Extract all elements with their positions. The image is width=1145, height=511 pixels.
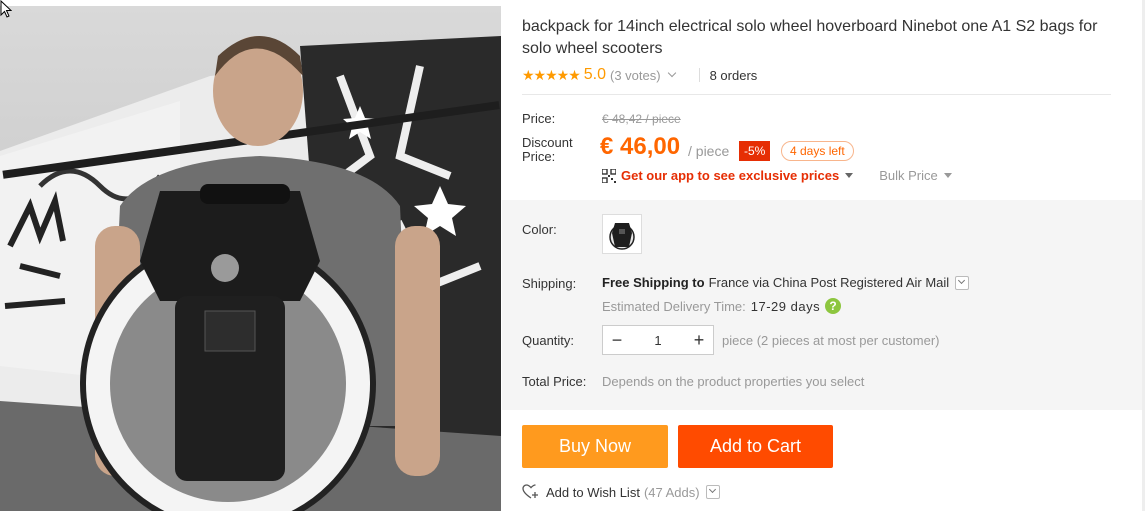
wishlist-count: (47 Adds) <box>643 484 700 500</box>
divider <box>522 94 1111 95</box>
quantity-increase-button[interactable]: + <box>685 326 713 354</box>
per-piece-unit: / piece <box>688 143 730 159</box>
total-price-note: Depends on the product properties you se… <box>602 374 865 389</box>
shipping-destination: France via China Post Registered Air Mai… <box>708 275 950 290</box>
app-promo-row: Get our app to see exclusive prices Bulk… <box>602 168 952 183</box>
delivery-estimate: Estimated Delivery Time: 17-29 days ? <box>602 298 842 314</box>
dropdown-arrow-icon[interactable] <box>845 173 854 178</box>
shipping-method[interactable]: Free Shipping to France via China Post R… <box>602 275 970 290</box>
wishlist-row[interactable]: Add to Wish List (47 Adds) <box>522 484 720 500</box>
shipping-label: Shipping: <box>522 276 577 291</box>
add-to-cart-button[interactable]: Add to Cart <box>678 425 833 468</box>
app-prices-link[interactable]: Get our app to see exclusive prices <box>621 168 839 183</box>
buy-now-button[interactable]: Buy Now <box>522 425 668 468</box>
orders-count: 8 orders <box>709 67 758 83</box>
rating-stars: ★★★★★ <box>522 66 581 83</box>
product-title: backpack for 14inch electrical solo whee… <box>522 18 1098 57</box>
free-shipping-text: Free Shipping to <box>602 275 705 290</box>
rating-score: 5.0 <box>583 66 607 83</box>
dropdown-arrow-icon[interactable] <box>943 173 952 178</box>
rating-votes-link[interactable]: (3 votes) <box>610 68 661 83</box>
help-icon[interactable]: ? <box>825 298 842 314</box>
original-price: € 48,42 / piece <box>602 112 681 126</box>
discount-price: € 46,00 <box>600 133 681 160</box>
quantity-decrease-button[interactable]: − <box>603 326 631 354</box>
discount-badge: -5% <box>739 141 771 161</box>
color-label: Color: <box>522 222 557 237</box>
qr-code-icon <box>602 168 616 183</box>
rating-row: ★★★★★ 5.0 (3 votes) 8 orders <box>522 65 757 85</box>
product-info-panel: backpack for 14inch electrical solo whee… <box>502 0 1142 511</box>
quantity-input[interactable]: 1 <box>631 333 685 348</box>
discount-label-line2: Price: <box>522 149 556 164</box>
chevron-down-icon[interactable] <box>667 68 676 78</box>
bulk-price-link[interactable]: Bulk Price <box>879 168 938 183</box>
wishlist-link[interactable]: Add to Wish List <box>546 485 640 500</box>
total-price-label: Total Price: <box>522 374 587 389</box>
shipping-dropdown-icon[interactable] <box>955 275 970 290</box>
quantity-label: Quantity: <box>522 333 575 348</box>
divider <box>698 68 700 82</box>
quantity-stepper: − 1 + <box>602 325 714 355</box>
estimated-days: 17-29 days <box>750 298 821 314</box>
days-left-badge: 4 days left <box>781 141 854 161</box>
discount-label-line1: Discount <box>522 135 573 150</box>
heart-plus-icon[interactable] <box>522 484 540 500</box>
quantity-note: piece (2 pieces at most per customer) <box>722 333 940 348</box>
wishlist-dropdown-icon[interactable] <box>705 485 720 499</box>
price-label: Price: <box>522 111 556 126</box>
product-image[interactable] <box>0 6 501 511</box>
color-swatch[interactable] <box>602 214 642 254</box>
mouse-cursor-icon <box>0 0 12 18</box>
estimated-label: Estimated Delivery Time: <box>602 298 746 314</box>
